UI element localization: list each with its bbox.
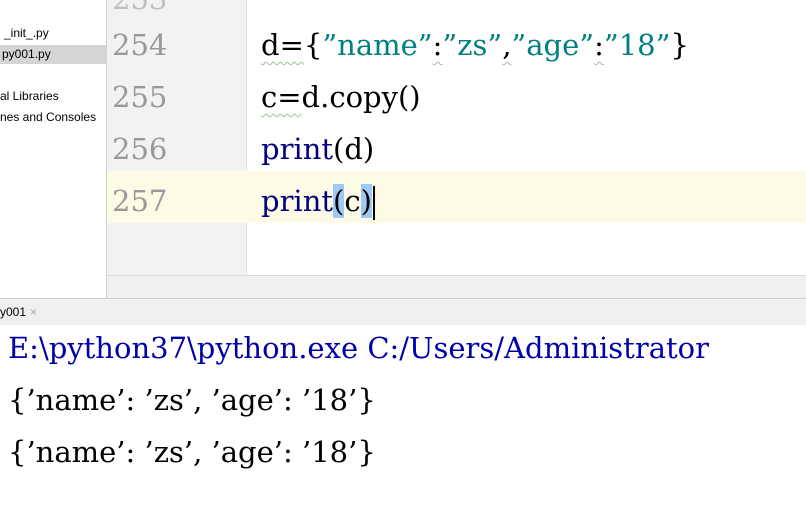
current-line-highlight [107,171,806,223]
close-icon[interactable]: × [30,305,37,319]
code-line-257[interactable]: print(c) [261,175,375,227]
project-tree: _init_.py py001.py al Libraries nes and … [0,0,107,298]
tree-item-label: py001.py [2,47,51,61]
code-line-254[interactable]: d={”name”:”zs”,”age”:”18”} [261,19,689,71]
code-token: c [344,184,361,218]
keyword-token: print [261,132,334,166]
code-token: c= [261,80,302,114]
console-output-line: {’name’: ’zs’, ’age’: ’18’} [8,383,376,417]
string-token: ”name” [322,28,433,62]
string-token: ”18” [603,28,671,62]
keyword-token: print [261,184,334,218]
code-line-255[interactable]: c=d.copy() [261,71,421,123]
matched-brace: ) [360,184,372,218]
code-line-256[interactable]: print(d) [261,123,374,175]
line-number: 253 [112,0,167,16]
code-token: d= [261,28,304,62]
code-token: { [303,28,323,62]
editor-horizontal-scrollbar[interactable] [107,275,806,299]
code-token: (d) [333,132,375,166]
string-token: ”zs” [442,28,503,62]
tree-item-scratches-consoles[interactable]: nes and Consoles [0,108,96,127]
tree-item-external-libraries[interactable]: al Libraries [0,87,59,106]
text-caret [372,186,375,220]
matched-brace: ( [333,184,345,218]
string-token: ”age” [511,28,595,62]
run-tab-py001[interactable]: y001 × [0,303,37,321]
line-number: 257 [112,184,168,218]
line-number: 255 [112,80,168,114]
tree-item-py001-py[interactable]: py001.py [0,45,106,64]
console-command-line: E:\python37\python.exe C:/Users/Administ… [8,331,709,365]
code-token: : [432,28,443,62]
console-output-line: {’name’: ’zs’, ’age’: ’18’} [8,435,376,469]
code-token: } [670,28,689,62]
code-token: : [594,28,604,62]
tree-item-init-py[interactable]: _init_.py [4,24,49,43]
line-number: 256 [112,132,168,166]
run-tab-label: y001 [0,305,27,319]
line-number: 254 [112,28,168,62]
code-token: d.copy() [301,80,421,114]
